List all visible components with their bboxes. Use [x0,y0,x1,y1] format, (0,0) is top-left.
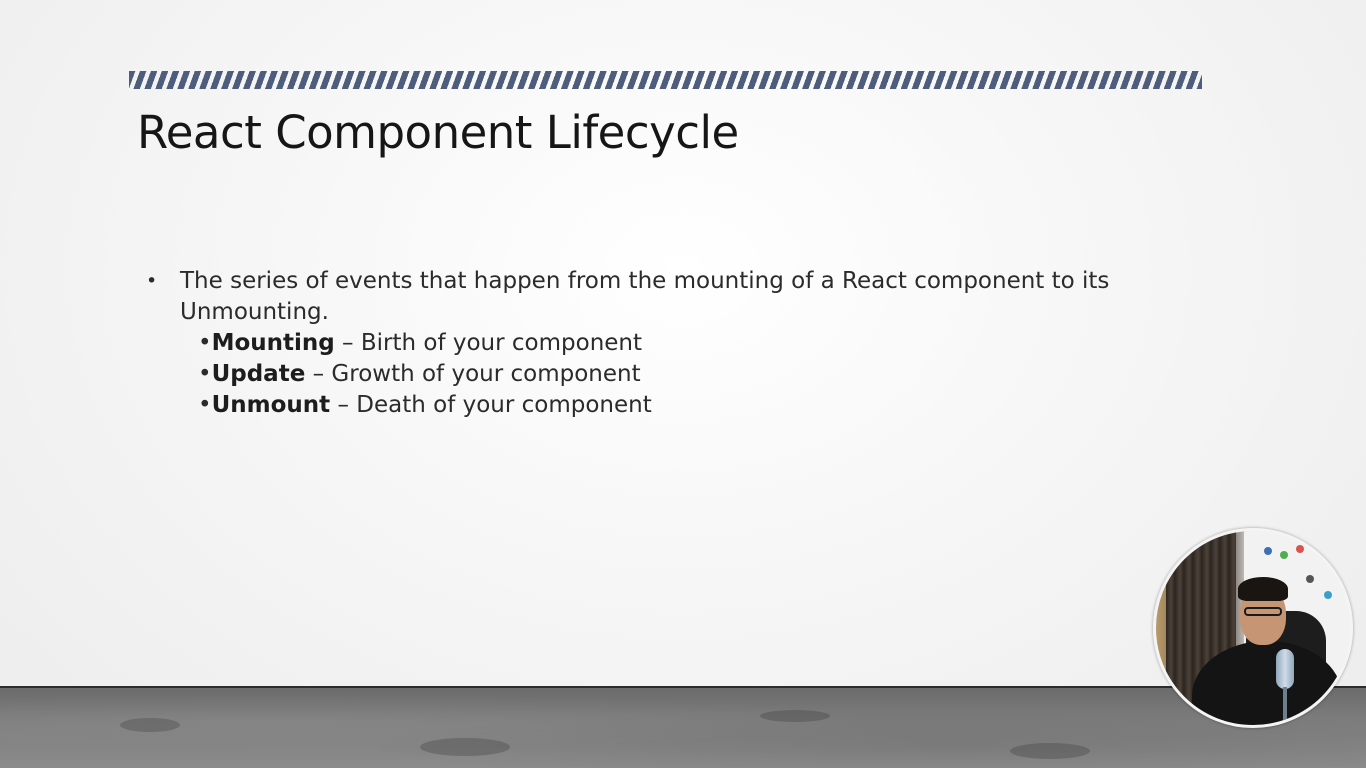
bullet-dot-icon: • [146,270,158,292]
slide-title: React Component Lifecycle [137,106,739,159]
phase-term: Mounting [211,330,335,356]
webcam-sticker [1296,545,1304,553]
phase-bullet: • [198,392,212,418]
phase-bullet: • [198,330,212,356]
decorative-stripe-bar [129,71,1202,89]
phase-item-unmount: •Unmount – Death of your component [198,390,1166,421]
webcam-presenter-hair [1238,577,1288,601]
webcam-presenter-glasses [1244,607,1282,616]
lifecycle-phase-list: •Mounting – Birth of your component •Upd… [198,328,1166,421]
phase-description: – Death of your component [330,392,652,418]
phase-description: – Growth of your component [305,361,641,387]
floor-texture [420,738,510,756]
presenter-webcam-icon [1153,528,1353,728]
webcam-sticker [1264,547,1272,555]
phase-term: Unmount [211,392,331,418]
floor-texture [760,710,830,722]
phase-item-update: •Update – Growth of your component [198,359,1166,390]
main-bullet: • The series of events that happen from … [146,266,1166,328]
microphone-stand [1283,687,1287,725]
phase-item-mounting: •Mounting – Birth of your component [198,328,1166,359]
intro-line-2: Unmounting. [180,299,329,325]
phase-term: Update [211,361,306,387]
slide-body: • The series of events that happen from … [146,266,1166,421]
presentation-slide: React Component Lifecycle • The series o… [0,0,1366,768]
phase-bullet: • [198,361,212,387]
slide-floor-band [0,686,1366,768]
floor-texture [1010,743,1090,759]
intro-line-1: The series of events that happen from th… [180,268,1110,294]
microphone-icon [1276,649,1294,689]
webcam-sticker [1324,591,1332,599]
webcam-sticker [1280,551,1288,559]
webcam-sticker [1306,575,1314,583]
phase-description: – Birth of your component [334,330,643,356]
floor-texture [120,718,180,732]
